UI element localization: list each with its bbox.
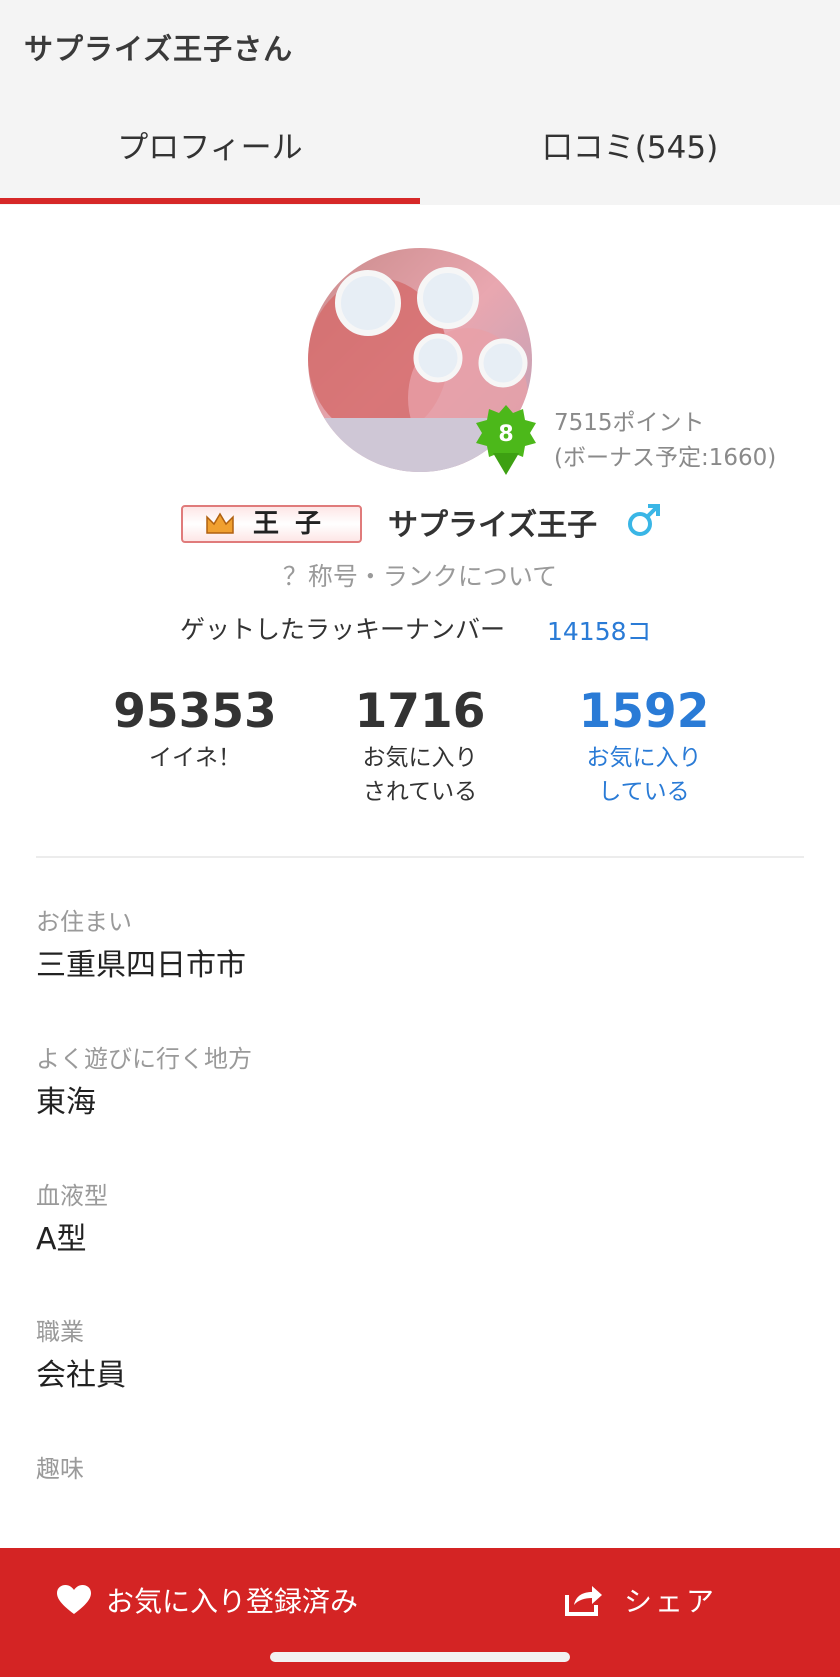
stat-likes: 95353 イイネ！ <box>75 683 315 775</box>
field-hobby: 趣味 <box>36 1453 84 1491</box>
field-label: 血液型 <box>36 1182 108 1210</box>
rank-info-link[interactable]: ？称号・ランクについて <box>0 557 840 593</box>
field-blood-type: 血液型 A型 <box>36 1180 108 1262</box>
lucky-number-value[interactable]: 14158コ <box>547 612 652 648</box>
field-label: 職業 <box>36 1318 84 1346</box>
stat-favoriting-value[interactable]: 1592 <box>524 683 764 741</box>
active-tab-indicator <box>0 198 420 204</box>
field-label: よく遊びに行く地方 <box>36 1045 252 1073</box>
stat-favorited: 1716 お気に入り されている <box>300 683 540 809</box>
stat-favorited-value: 1716 <box>354 684 486 739</box>
rank-title: 王子 <box>253 509 338 539</box>
male-icon <box>628 504 660 536</box>
field-value: 会社員 <box>36 1358 126 1393</box>
home-indicator[interactable] <box>270 1652 570 1662</box>
field-value: 三重県四日市市 <box>36 948 246 983</box>
field-residence: お住まい 三重県四日市市 <box>36 906 246 988</box>
lucky-number-label: ゲットしたラッキーナンバー <box>180 615 506 644</box>
header: サプライズ王子さん プロフィール 口コミ(545) <box>0 0 840 205</box>
bonus-value: (ボーナス予定:1660) <box>554 445 777 471</box>
tab-reviews[interactable]: 口コミ(545) <box>420 118 840 178</box>
share-button[interactable]: シェア <box>564 1580 717 1620</box>
rank-badge: 王子 <box>181 505 362 543</box>
stat-likes-value: 95353 <box>113 684 277 739</box>
stat-favoriting[interactable]: 1592 お気に入り している <box>524 683 764 809</box>
field-occupation: 職業 会社員 <box>36 1316 126 1398</box>
level-number: 8 <box>498 422 513 447</box>
username: サプライズ王子 <box>388 508 598 543</box>
stat-likes-label: イイネ！ <box>149 745 241 771</box>
stat-favorited-label: お気に入り されている <box>362 745 478 805</box>
share-label: シェア <box>624 1585 718 1618</box>
heart-icon <box>57 1585 91 1614</box>
field-area: よく遊びに行く地方 東海 <box>36 1043 252 1125</box>
field-label: 趣味 <box>36 1455 84 1483</box>
favorite-button[interactable]: お気に入り登録済み <box>56 1580 358 1620</box>
stat-favoriting-label[interactable]: お気に入り している <box>524 741 764 809</box>
level-badge-icon: 8 <box>476 405 536 475</box>
page-title: サプライズ王子さん <box>24 32 294 66</box>
crown-icon <box>206 512 234 534</box>
divider <box>36 856 804 858</box>
field-value: 東海 <box>36 1085 96 1120</box>
share-icon <box>565 1586 602 1616</box>
favorite-label: お気に入り登録済み <box>106 1585 359 1618</box>
points-info: 7515ポイント (ボーナス予定:1660) <box>554 406 776 476</box>
points-value: 7515ポイント <box>554 410 705 436</box>
field-label: お住まい <box>36 908 132 936</box>
tab-profile[interactable]: プロフィール <box>0 118 420 178</box>
field-value: A型 <box>36 1222 87 1257</box>
